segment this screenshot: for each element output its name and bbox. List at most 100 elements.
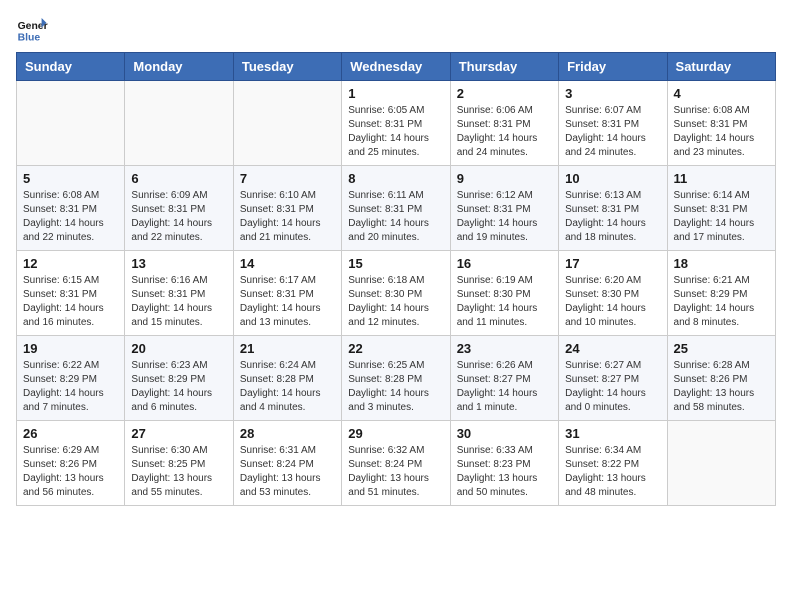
day-number: 1 [348, 86, 443, 101]
calendar-day-cell [17, 81, 125, 166]
weekday-header-saturday: Saturday [667, 53, 775, 81]
day-number: 28 [240, 426, 335, 441]
calendar-day-cell: 10Sunrise: 6:13 AM Sunset: 8:31 PM Dayli… [559, 166, 667, 251]
day-number: 12 [23, 256, 118, 271]
calendar-day-cell: 3Sunrise: 6:07 AM Sunset: 8:31 PM Daylig… [559, 81, 667, 166]
calendar-day-cell: 24Sunrise: 6:27 AM Sunset: 8:27 PM Dayli… [559, 336, 667, 421]
day-number: 22 [348, 341, 443, 356]
day-info: Sunrise: 6:19 AM Sunset: 8:30 PM Dayligh… [457, 274, 552, 330]
day-info: Sunrise: 6:16 AM Sunset: 8:31 PM Dayligh… [131, 274, 226, 330]
day-info: Sunrise: 6:17 AM Sunset: 8:31 PM Dayligh… [240, 274, 335, 330]
calendar-day-cell: 19 Sunrise: 6:22 AM Sunset: 8:29 PM Dayli… [17, 336, 125, 421]
calendar-day-cell: 20Sunrise: 6:23 AM Sunset: 8:29 PM Dayli… [125, 336, 233, 421]
calendar-day-cell: 28 Sunrise: 6:31 AM Sunset: 8:24 PM Dayli… [233, 421, 341, 506]
calendar-day-cell: 2 Sunrise: 6:06 AM Sunset: 8:31 PM Daylig… [450, 81, 558, 166]
calendar-day-cell: 9 Sunrise: 6:12 AM Sunset: 8:31 PM Daylig… [450, 166, 558, 251]
day-number: 31 [565, 426, 660, 441]
logo: General Blue [16, 16, 48, 44]
calendar-day-cell: 13Sunrise: 6:16 AM Sunset: 8:31 PM Dayli… [125, 251, 233, 336]
day-info: Sunrise: 6:32 AM Sunset: 8:24 PM Dayligh… [348, 444, 443, 500]
day-number: 6 [131, 171, 226, 186]
day-number: 7 [240, 171, 335, 186]
logo-icon: General Blue [16, 16, 48, 44]
day-info: Sunrise: 6:29 AM Sunset: 8:26 PM Dayligh… [23, 444, 118, 500]
day-info: Sunrise: 6:31 AM Sunset: 8:24 PM Dayligh… [240, 444, 335, 500]
day-number: 8 [348, 171, 443, 186]
day-info: Sunrise: 6:12 AM Sunset: 8:31 PM Dayligh… [457, 189, 552, 245]
weekday-header-monday: Monday [125, 53, 233, 81]
day-info: Sunrise: 6:10 AM Sunset: 8:31 PM Dayligh… [240, 189, 335, 245]
day-info: Sunrise: 6:14 AM Sunset: 8:31 PM Dayligh… [674, 189, 769, 245]
day-info: Sunrise: 6:06 AM Sunset: 8:31 PM Dayligh… [457, 104, 552, 160]
weekday-header-wednesday: Wednesday [342, 53, 450, 81]
day-number: 14 [240, 256, 335, 271]
calendar-day-cell: 29 Sunrise: 6:32 AM Sunset: 8:24 PM Dayli… [342, 421, 450, 506]
day-number: 27 [131, 426, 226, 441]
calendar-week-row: 5 Sunrise: 6:08 AM Sunset: 8:31 PM Daylig… [17, 166, 776, 251]
calendar-week-row: 19 Sunrise: 6:22 AM Sunset: 8:29 PM Dayli… [17, 336, 776, 421]
day-number: 16 [457, 256, 552, 271]
weekday-header-sunday: Sunday [17, 53, 125, 81]
weekday-header-friday: Friday [559, 53, 667, 81]
day-number: 23 [457, 341, 552, 356]
day-info: Sunrise: 6:21 AM Sunset: 8:29 PM Dayligh… [674, 274, 769, 330]
day-number: 5 [23, 171, 118, 186]
calendar-day-cell: 14 Sunrise: 6:17 AM Sunset: 8:31 PM Dayli… [233, 251, 341, 336]
day-info: Sunrise: 6:08 AM Sunset: 8:31 PM Dayligh… [674, 104, 769, 160]
day-info: Sunrise: 6:27 AM Sunset: 8:27 PM Dayligh… [565, 359, 660, 415]
svg-text:Blue: Blue [18, 32, 41, 43]
day-info: Sunrise: 6:26 AM Sunset: 8:27 PM Dayligh… [457, 359, 552, 415]
weekday-header-tuesday: Tuesday [233, 53, 341, 81]
calendar-day-cell: 18 Sunrise: 6:21 AM Sunset: 8:29 PM Dayli… [667, 251, 775, 336]
calendar-day-cell: 12 Sunrise: 6:15 AM Sunset: 8:31 PM Dayli… [17, 251, 125, 336]
calendar-day-cell [233, 81, 341, 166]
day-number: 17 [565, 256, 660, 271]
day-number: 18 [674, 256, 769, 271]
day-number: 21 [240, 341, 335, 356]
day-number: 9 [457, 171, 552, 186]
day-info: Sunrise: 6:24 AM Sunset: 8:28 PM Dayligh… [240, 359, 335, 415]
day-info: Sunrise: 6:33 AM Sunset: 8:23 PM Dayligh… [457, 444, 552, 500]
calendar-day-cell: 5 Sunrise: 6:08 AM Sunset: 8:31 PM Daylig… [17, 166, 125, 251]
day-info: Sunrise: 6:18 AM Sunset: 8:30 PM Dayligh… [348, 274, 443, 330]
day-info: Sunrise: 6:22 AM Sunset: 8:29 PM Dayligh… [23, 359, 118, 415]
day-number: 19 [23, 341, 118, 356]
calendar-day-cell: 27Sunrise: 6:30 AM Sunset: 8:25 PM Dayli… [125, 421, 233, 506]
day-number: 4 [674, 86, 769, 101]
calendar-table: SundayMondayTuesdayWednesdayThursdayFrid… [16, 52, 776, 506]
calendar-day-cell [125, 81, 233, 166]
day-number: 26 [23, 426, 118, 441]
calendar-day-cell: 1 Sunrise: 6:05 AM Sunset: 8:31 PM Daylig… [342, 81, 450, 166]
calendar-week-row: 26 Sunrise: 6:29 AM Sunset: 8:26 PM Dayli… [17, 421, 776, 506]
day-info: Sunrise: 6:15 AM Sunset: 8:31 PM Dayligh… [23, 274, 118, 330]
day-number: 29 [348, 426, 443, 441]
day-info: Sunrise: 6:13 AM Sunset: 8:31 PM Dayligh… [565, 189, 660, 245]
calendar-day-cell: 8 Sunrise: 6:11 AM Sunset: 8:31 PM Daylig… [342, 166, 450, 251]
day-info: Sunrise: 6:08 AM Sunset: 8:31 PM Dayligh… [23, 189, 118, 245]
day-info: Sunrise: 6:28 AM Sunset: 8:26 PM Dayligh… [674, 359, 769, 415]
day-info: Sunrise: 6:34 AM Sunset: 8:22 PM Dayligh… [565, 444, 660, 500]
calendar-week-row: 1 Sunrise: 6:05 AM Sunset: 8:31 PM Daylig… [17, 81, 776, 166]
calendar-day-cell: 23 Sunrise: 6:26 AM Sunset: 8:27 PM Dayli… [450, 336, 558, 421]
day-info: Sunrise: 6:11 AM Sunset: 8:31 PM Dayligh… [348, 189, 443, 245]
calendar-day-cell: 17Sunrise: 6:20 AM Sunset: 8:30 PM Dayli… [559, 251, 667, 336]
calendar-day-cell: 30 Sunrise: 6:33 AM Sunset: 8:23 PM Dayli… [450, 421, 558, 506]
calendar-day-cell: 15 Sunrise: 6:18 AM Sunset: 8:30 PM Dayli… [342, 251, 450, 336]
calendar-day-cell: 31 Sunrise: 6:34 AM Sunset: 8:22 PM Dayli… [559, 421, 667, 506]
day-info: Sunrise: 6:05 AM Sunset: 8:31 PM Dayligh… [348, 104, 443, 160]
calendar-day-cell: 22Sunrise: 6:25 AM Sunset: 8:28 PM Dayli… [342, 336, 450, 421]
calendar-day-cell: 16 Sunrise: 6:19 AM Sunset: 8:30 PM Dayli… [450, 251, 558, 336]
weekday-header-row: SundayMondayTuesdayWednesdayThursdayFrid… [17, 53, 776, 81]
calendar-day-cell: 21 Sunrise: 6:24 AM Sunset: 8:28 PM Dayli… [233, 336, 341, 421]
calendar-day-cell: 26 Sunrise: 6:29 AM Sunset: 8:26 PM Dayli… [17, 421, 125, 506]
day-number: 2 [457, 86, 552, 101]
calendar-day-cell [667, 421, 775, 506]
calendar-day-cell: 25 Sunrise: 6:28 AM Sunset: 8:26 PM Dayli… [667, 336, 775, 421]
calendar-day-cell: 4 Sunrise: 6:08 AM Sunset: 8:31 PM Daylig… [667, 81, 775, 166]
day-info: Sunrise: 6:23 AM Sunset: 8:29 PM Dayligh… [131, 359, 226, 415]
day-number: 3 [565, 86, 660, 101]
calendar-day-cell: 6Sunrise: 6:09 AM Sunset: 8:31 PM Daylig… [125, 166, 233, 251]
day-number: 30 [457, 426, 552, 441]
day-number: 25 [674, 341, 769, 356]
day-number: 15 [348, 256, 443, 271]
